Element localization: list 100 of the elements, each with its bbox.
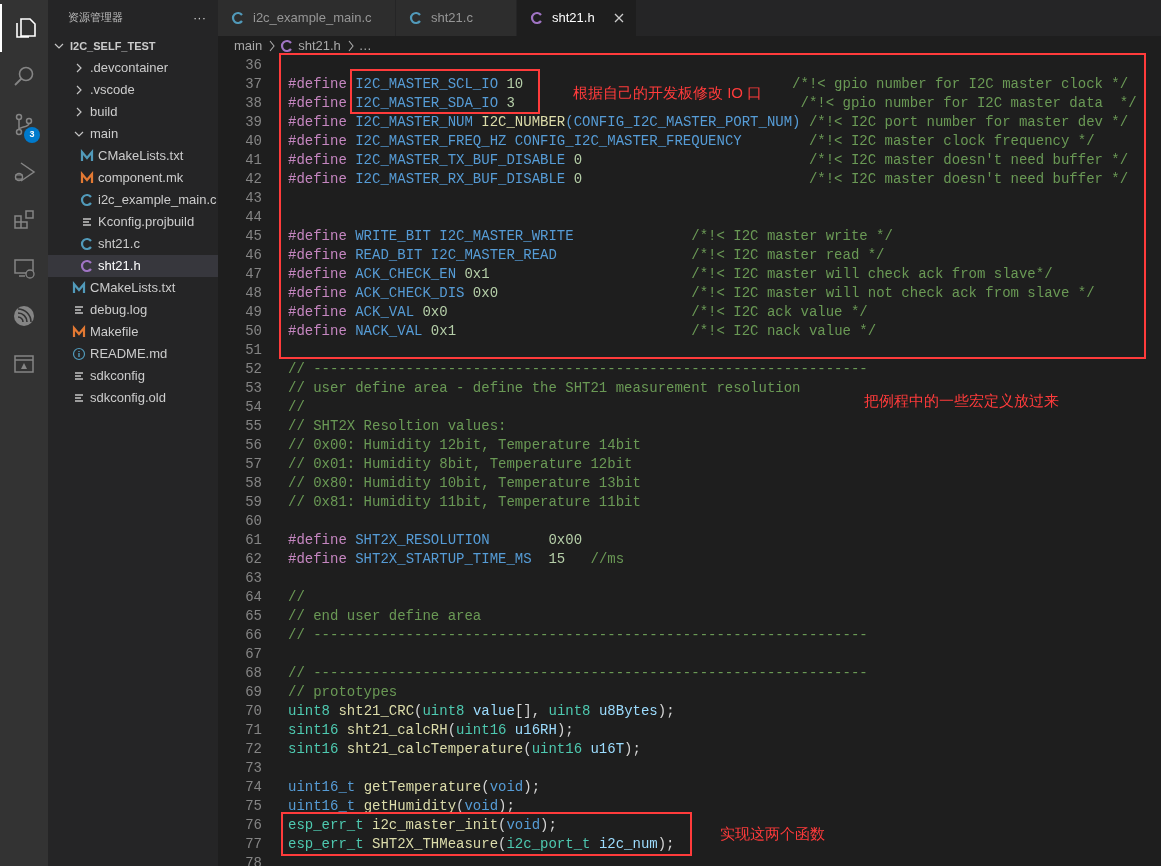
monitor-icon[interactable] [12, 256, 36, 280]
line-number: 58 [244, 474, 262, 493]
code-text: // SHT2X Resoltion values: [288, 417, 507, 436]
files-icon[interactable] [13, 16, 37, 40]
code-text: //ms [590, 550, 625, 569]
code-text: /*!< I2C ack value */ [691, 303, 868, 322]
line-number: 71 [244, 721, 262, 740]
line-number: 55 [244, 417, 262, 436]
tree-item[interactable]: Makefile [48, 321, 218, 343]
line-number: 46 [244, 246, 262, 265]
tree-item[interactable]: Kconfig.projbuild [48, 211, 218, 233]
line-number: 70 [244, 702, 262, 721]
code-text: /*!< I2C master clock frequency */ [808, 132, 1095, 151]
line-number: 48 [244, 284, 262, 303]
code-text: // 0x81: Humidity 11bit, Temperature 11bit [288, 493, 641, 512]
code-text: 15 [548, 550, 566, 569]
tree-item[interactable]: .vscode [48, 79, 218, 101]
code-text: /*!< I2C master read */ [691, 246, 885, 265]
tree-item[interactable]: debug.log [48, 299, 218, 321]
panel-icon[interactable] [12, 352, 36, 376]
code-text: // ------------------------------------------------------------------ [288, 360, 868, 379]
line-number: 75 [244, 797, 262, 816]
code-text: #define WRITE_BIT I2C_MASTER_WRITE [288, 227, 574, 246]
line-number: 57 [244, 455, 262, 474]
notification-badge: 3 [24, 127, 40, 143]
letter-c-icon [409, 11, 423, 25]
line-number: 67 [244, 645, 262, 664]
code-text: 0x00 [548, 531, 583, 550]
code-text: // 0x01: Humidity 8bit, Temperature 12bit [288, 455, 633, 474]
code-text: #define I2C_MASTER_TX_BUF_DISABLE 0 [288, 151, 583, 170]
signal-logo-icon[interactable] [12, 304, 36, 328]
code-text: #define READ_BIT I2C_MASTER_READ [288, 246, 557, 265]
letter-c-icon [231, 11, 245, 25]
annotation-note: 把例程中的一些宏定义放过来 [864, 391, 1059, 411]
line-number: 53 [244, 379, 262, 398]
tree-item[interactable]: sht21.c [48, 233, 218, 255]
code-text: /*!< I2C master will check ack from slave*/ [691, 265, 1053, 284]
editor-tab[interactable]: i2c_example_main.c [218, 0, 396, 36]
code-text: /*!< gpio number for I2C master data [800, 94, 1103, 113]
line-number: 43 [244, 189, 262, 208]
line-number: 37 [244, 75, 262, 94]
breadcrumb-item[interactable]: main [234, 36, 263, 56]
code-text: uint16_t getTemperature(void); [288, 778, 541, 797]
code-text: #define I2C_MASTER_RX_BUF_DISABLE 0 [288, 170, 583, 189]
line-number: 56 [244, 436, 262, 455]
tree-item[interactable]: CMakeLists.txt [48, 145, 218, 167]
line-number: 44 [244, 208, 262, 227]
tree-item[interactable]: CMakeLists.txt [48, 277, 218, 299]
code-text: /*!< I2C master will not check ack from slave */ [691, 284, 1095, 303]
code-text: // user define area - define the SHT21 measurement resolution [288, 379, 801, 398]
letter-m-icon [80, 171, 94, 185]
letter-c-icon [80, 193, 94, 207]
tree-item[interactable]: main [48, 123, 218, 145]
tree-item[interactable]: build [48, 101, 218, 123]
search-icon[interactable] [12, 64, 36, 88]
tree-item[interactable]: I2C_SELF_TEST [48, 35, 218, 57]
tree-item[interactable]: i2c_example_main.c [48, 189, 218, 211]
letter-c-icon [80, 259, 94, 273]
code-text: sint16 sht21_calcRH(uint16 u16RH); [288, 721, 574, 740]
editor-tab[interactable]: sht21.c [396, 0, 517, 36]
extensions-icon[interactable] [12, 208, 36, 232]
tree-item[interactable]: .devcontainer [48, 57, 218, 79]
tree-item[interactable]: README.md [48, 343, 218, 365]
editor-tab[interactable]: sht21.h [517, 0, 637, 36]
run-debug-icon[interactable] [12, 160, 36, 184]
line-number: 60 [244, 512, 262, 531]
more-actions-button[interactable]: ··· [193, 11, 206, 24]
tree-item[interactable]: sdkconfig.old [48, 387, 218, 409]
line-number: 65 [244, 607, 262, 626]
breadcrumb-item[interactable]: … [358, 36, 372, 56]
line-number: 76 [244, 816, 262, 835]
code-text: #define I2C_MASTER_FREQ_HZ CONFIG_I2C_MASTER_FREQUENCY [288, 132, 742, 151]
letter-c-icon [80, 237, 94, 251]
code-text: #define I2C_MASTER_NUM I2C_NUMBER(CONFIG_I2C_MASTER_PORT_NUM) /*!< I2C port number for master dev */ [288, 113, 1129, 132]
line-number: 39 [244, 113, 262, 132]
letter-m-icon [80, 149, 94, 163]
code-text: #define NACK_VAL 0x1 [288, 322, 457, 341]
line-number: 69 [244, 683, 262, 702]
code-text: #define SHT2X_RESOLUTION [288, 531, 490, 550]
line-number: 50 [244, 322, 262, 341]
code-text: sint16 sht21_calcTemperature(uint16 u16T); [288, 740, 641, 759]
code-text: #define I2C_MASTER_SCL_IO 10 [288, 75, 524, 94]
lines-icon [72, 303, 86, 317]
line-number: 72 [244, 740, 262, 759]
tree-item[interactable]: component.mk [48, 167, 218, 189]
code-text: #define I2C_MASTER_SDA_IO 3 [288, 94, 515, 113]
breadcrumb-item[interactable]: sht21.h [298, 36, 341, 56]
code-text: esp_err_t i2c_master_init(void); [288, 816, 557, 835]
code-text: // end user define area [288, 607, 482, 626]
info-icon [72, 347, 86, 361]
letter-m-icon [72, 281, 86, 295]
code-text: // ------------------------------------------------------------------ [288, 664, 868, 683]
code-text: #define ACK_CHECK_DIS 0x0 [288, 284, 499, 303]
line-number: 61 [244, 531, 262, 550]
tree-item[interactable]: sht21.h [48, 255, 218, 277]
code-text: */ [1119, 94, 1137, 113]
tree-item[interactable]: sdkconfig [48, 365, 218, 387]
close-icon[interactable] [612, 11, 626, 25]
line-number: 38 [244, 94, 262, 113]
code-text: // [288, 398, 305, 417]
